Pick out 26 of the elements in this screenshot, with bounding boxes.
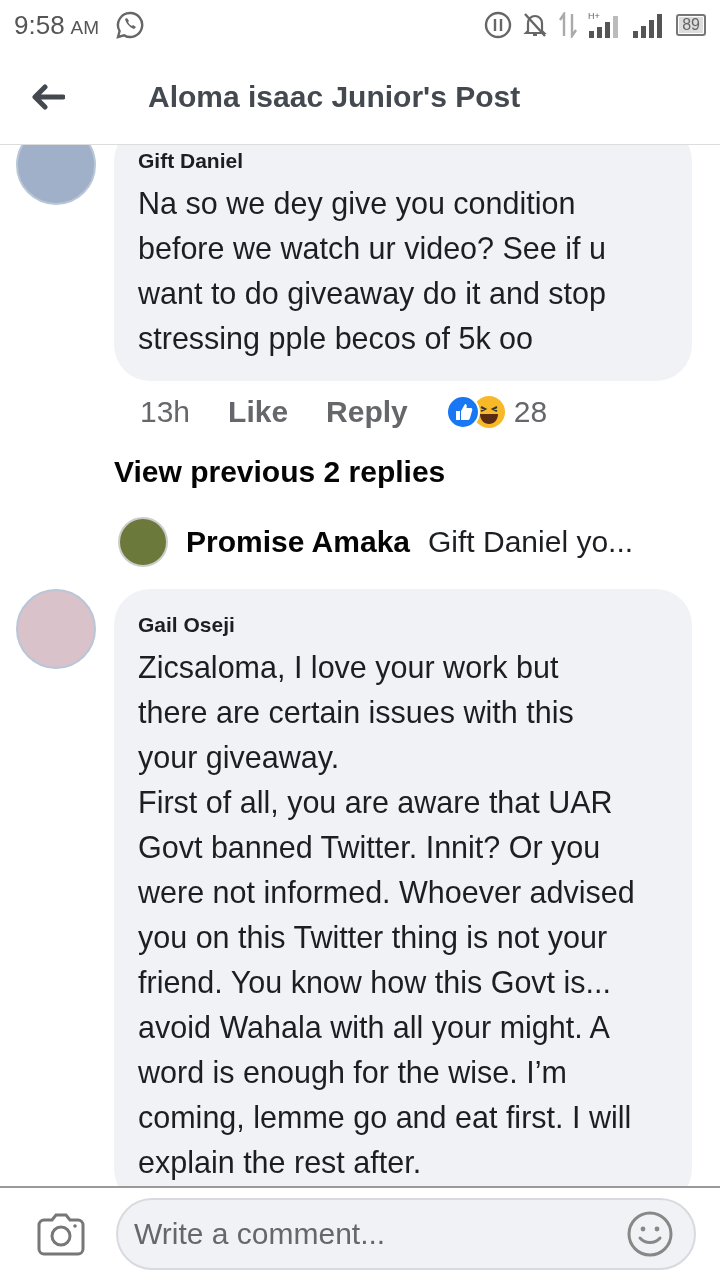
comment-text: Zicsaloma, I love your work but there are certain issues with this your giveaway. <box>138 649 575 777</box>
like-link[interactable]: Like <box>228 395 289 429</box>
muted-bell-icon <box>522 11 549 39</box>
comment-time: 13h <box>140 395 191 429</box>
comment-text: Na so we dey give you condition before we watch ur video? See if u want to do giveaway do it and stop stressing pple becos of 5k oo <box>138 185 607 358</box>
comment-field[interactable]: Write a comment... <box>116 1198 696 1270</box>
thumbs-up-icon <box>445 395 480 429</box>
avatar-photo-placeholder <box>118 517 168 567</box>
battery-level: 89 <box>676 14 706 36</box>
clock-time: 9:58 AM <box>14 9 100 41</box>
comment-author: Gail Oseji <box>138 613 236 637</box>
reply-link[interactable]: Reply <box>326 395 408 429</box>
chat-app-icon <box>115 10 146 40</box>
comment-text: First of all, you are aware that UAR Govt banned Twitter. Innit? Or you were not informed. Whoever advised you on this Twitter thing is not your friend. You know how this Govt is... avoid Wahala with all your might. A word is enough for the wise. I’m coming, lemme go and eat first. I will explain the rest after. <box>138 784 636 1182</box>
comment-input-field[interactable]: Write a comment... <box>132 1216 626 1252</box>
network-type: H+ <box>588 11 600 21</box>
back-arrow-icon <box>31 84 65 110</box>
comment-author: Gift Daniel <box>138 149 244 173</box>
view-replies-link[interactable]: View previous 2 replies <box>114 455 692 489</box>
reply-author[interactable]: Promise Amaka <box>186 525 410 559</box>
smiley-icon[interactable] <box>626 1210 674 1258</box>
reaction-count: 28 <box>513 395 548 429</box>
reply-preview-text: Gift Daniel yo... <box>428 525 634 559</box>
data-arrows-icon <box>558 12 579 38</box>
page-title: Aloma isaac Junior's Post <box>148 80 521 114</box>
camera-icon[interactable] <box>36 1212 86 1256</box>
